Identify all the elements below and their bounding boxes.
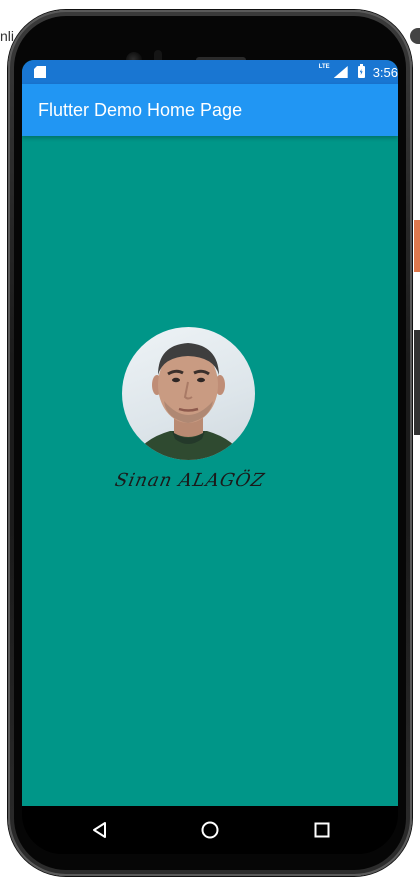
navigation-bar — [22, 806, 398, 854]
browser-edge-scroll — [414, 330, 420, 435]
network-type-label: LTE — [318, 64, 330, 70]
signature-text: Sinan ALAGÖZ — [113, 470, 267, 491]
browser-edge-bar — [414, 220, 420, 272]
status-icons: LTE 3:56 — [319, 60, 398, 84]
status-time: 3:56 — [372, 64, 398, 80]
app-bar: Flutter Demo Home Page — [22, 84, 398, 136]
back-triangle-icon[interactable] — [90, 820, 110, 840]
signal-icon — [333, 66, 348, 78]
battery-charging-icon — [357, 64, 365, 78]
page-title: Flutter Demo Home Page — [38, 99, 243, 120]
recents-square-icon[interactable] — [312, 820, 332, 840]
avatar — [122, 327, 255, 460]
sd-card-icon — [34, 66, 46, 78]
home-circle-icon[interactable] — [200, 820, 220, 840]
browser-partial-text: nli — [0, 28, 15, 44]
browser-edge-icon — [410, 28, 420, 44]
status-bar: LTE 3:56 — [22, 60, 398, 84]
profile-photo — [132, 343, 245, 460]
